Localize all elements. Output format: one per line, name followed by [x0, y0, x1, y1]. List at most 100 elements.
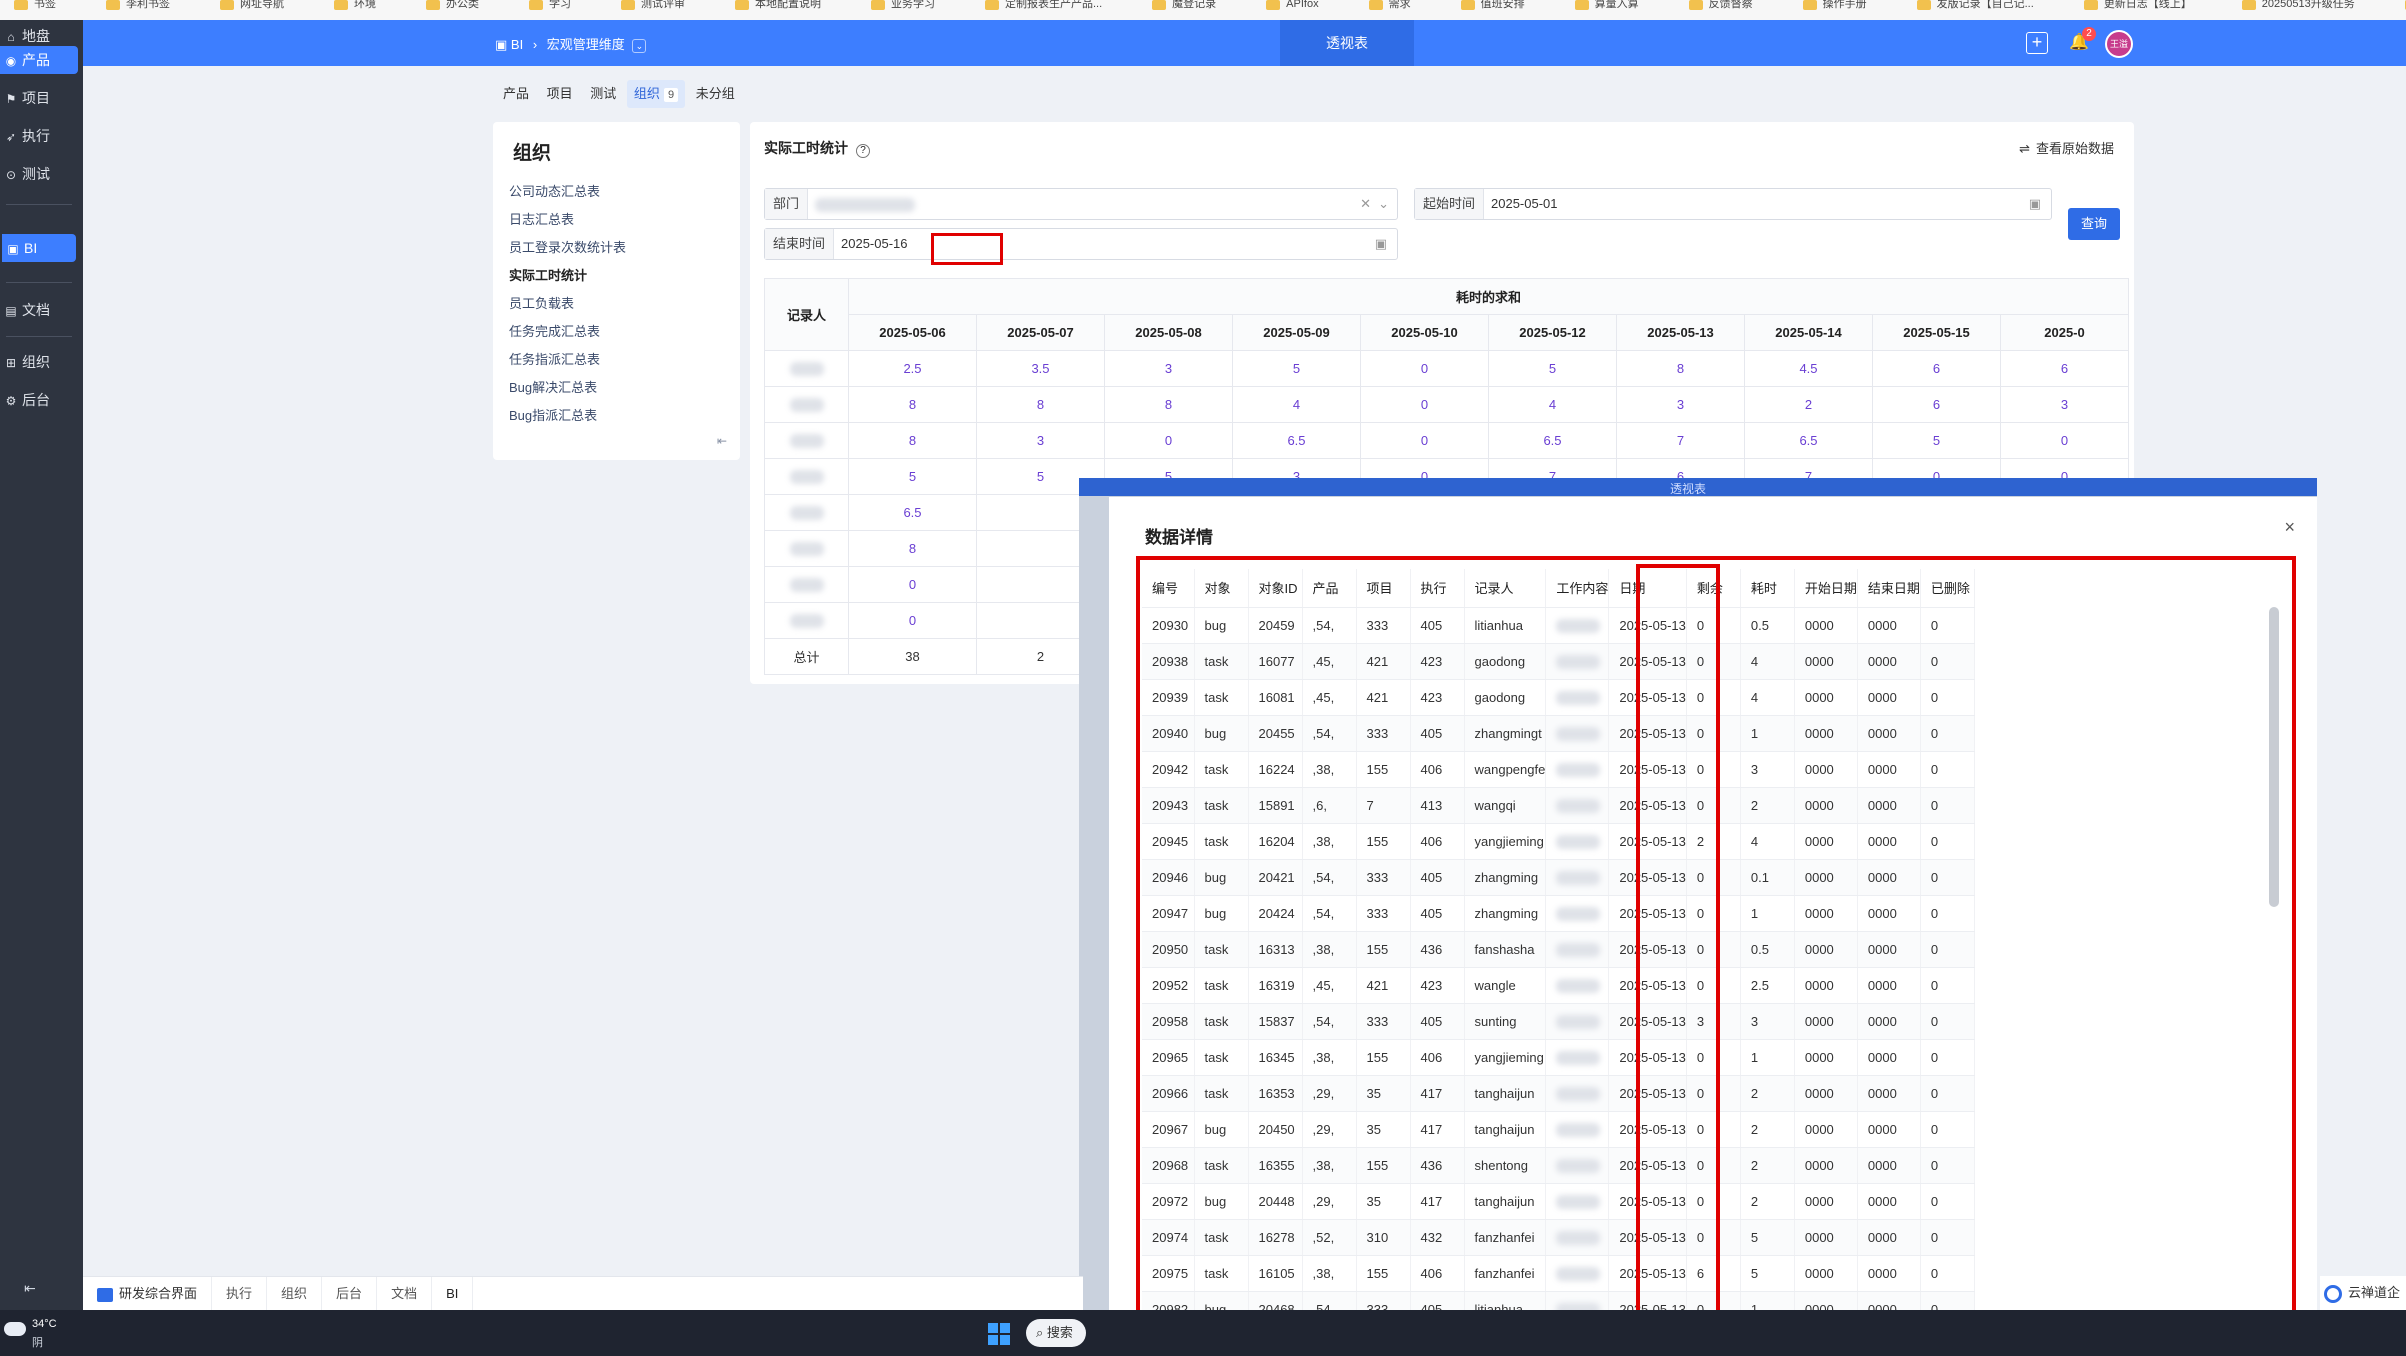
date-header[interactable]: 2025-05-15 — [1872, 314, 2001, 351]
hours-cell[interactable]: 8 — [848, 530, 977, 567]
tab-pivot-table[interactable]: 透视表 — [1280, 20, 1414, 66]
help-icon[interactable]: ? — [856, 144, 870, 158]
hours-cell[interactable]: 8 — [848, 422, 977, 459]
breadcrumb-root[interactable]: BI — [511, 37, 523, 52]
app-tab-execution[interactable]: 执行 — [212, 1277, 268, 1311]
hours-cell[interactable]: 3 — [1616, 386, 1745, 423]
date-header[interactable]: 2025-05-14 — [1744, 314, 1873, 351]
hours-cell[interactable]: 5 — [1872, 422, 2001, 459]
hours-cell[interactable]: 8 — [1104, 386, 1233, 423]
chevron-down-icon[interactable]: ⌄ — [1378, 189, 1389, 219]
nav-item-test[interactable]: ⊙ 测试 — [0, 160, 78, 188]
hours-cell[interactable]: 4.5 — [1744, 350, 1873, 387]
date-header[interactable]: 2025-05-06 — [848, 314, 977, 351]
bookmark-item[interactable]: 算量入算 — [1561, 0, 1675, 20]
nav-item-admin[interactable]: ⚙ 后台 — [0, 386, 78, 414]
end-date-filter[interactable]: 结束时间 2025-05-16 ▣ — [764, 228, 1398, 260]
report-item[interactable]: Bug解决汇总表 — [509, 374, 626, 402]
bookmark-item[interactable]: 环境 — [320, 0, 412, 20]
close-icon[interactable]: × — [2284, 517, 2295, 538]
hours-cell[interactable]: 7 — [1616, 422, 1745, 459]
app-tab-doc[interactable]: 文档 — [377, 1277, 433, 1311]
app-tab-admin[interactable]: 后台 — [322, 1277, 378, 1311]
report-item[interactable]: 日志汇总表 — [509, 206, 626, 234]
hours-cell[interactable]: 0 — [848, 566, 977, 603]
hours-cell[interactable]: 4 — [1232, 386, 1361, 423]
app-tab-main[interactable]: 研发综合界面 — [83, 1277, 213, 1311]
windows-start-icon[interactable] — [988, 1323, 1010, 1345]
hours-cell[interactable]: 2.5 — [848, 350, 977, 387]
calendar-icon[interactable]: ▣ — [2029, 189, 2041, 219]
nav-item-doc[interactable]: ▤ 文档 — [0, 296, 78, 324]
nav-item-execution[interactable]: ➶ 执行 — [0, 122, 78, 150]
hours-cell[interactable]: 3.5 — [976, 350, 1105, 387]
hours-cell[interactable]: 4 — [1488, 386, 1617, 423]
app-tab-bi[interactable]: BI — [432, 1277, 474, 1311]
bookmark-item[interactable]: 操作手册 — [1789, 0, 1903, 20]
hours-cell[interactable]: 5 — [1232, 350, 1361, 387]
view-raw-data-link[interactable]: ⇌ 查看原始数据 — [2019, 138, 2114, 157]
breadcrumb-current[interactable]: 宏观管理维度 — [547, 37, 625, 52]
hours-cell[interactable]: 8 — [848, 386, 977, 423]
hours-cell[interactable]: 0 — [1360, 350, 1489, 387]
bookmark-item[interactable]: 学习 — [515, 0, 607, 20]
bookmark-item[interactable]: 需求 — [1355, 0, 1447, 20]
hours-cell[interactable]: 5 — [1488, 350, 1617, 387]
add-button[interactable]: + — [2026, 32, 2048, 54]
date-header[interactable]: 2025-05-12 — [1488, 314, 1617, 351]
bookmark-item[interactable]: 更新日志【线上】 — [2070, 0, 2228, 20]
clear-icon[interactable]: ✕ — [1360, 189, 1371, 219]
chevron-down-icon[interactable]: ⌄ — [632, 39, 647, 53]
bookmark-item[interactable]: 发版记录【自己记... — [1903, 0, 2070, 20]
fold-panel-icon[interactable]: ⇤ — [717, 434, 727, 448]
nav-item-org[interactable]: ⊞ 组织 — [0, 348, 78, 376]
report-item[interactable]: 任务指派汇总表 — [509, 346, 626, 374]
bookmark-item[interactable]: 业务学习 — [857, 0, 971, 20]
bookmark-item[interactable]: 定制报表生产产品... — [971, 0, 1138, 20]
tab-org[interactable]: 组织 9 — [626, 80, 686, 108]
hours-cell[interactable]: 0 — [1360, 422, 1489, 459]
query-button[interactable]: 查询 — [2068, 208, 2120, 240]
tab-ungrouped[interactable]: 未分组 — [689, 80, 742, 108]
date-header[interactable]: 2025-05-13 — [1616, 314, 1745, 351]
tab-test[interactable]: 测试 — [583, 80, 623, 108]
hours-cell[interactable]: 6 — [2000, 350, 2129, 387]
hours-cell[interactable]: 0 — [2000, 422, 2129, 459]
collapse-nav-icon[interactable]: ⇤ — [24, 1280, 36, 1297]
bookmark-item[interactable]: APIfox — [1252, 0, 1354, 20]
date-header[interactable]: 2025-05-10 — [1360, 314, 1489, 351]
hours-cell[interactable]: 2 — [1744, 386, 1873, 423]
taskbar-search[interactable]: ⌕ 搜索 — [1026, 1319, 1086, 1347]
hours-cell[interactable]: 0 — [1360, 386, 1489, 423]
start-date-filter[interactable]: 起始时间 2025-05-01 ▣ — [1414, 188, 2052, 220]
hours-cell[interactable]: 8 — [1616, 350, 1745, 387]
dept-filter[interactable]: 部门 ✕ ⌄ — [764, 188, 1398, 220]
tab-product[interactable]: 产品 — [496, 80, 536, 108]
report-item[interactable]: 公司动态汇总表 — [509, 178, 626, 206]
hours-cell[interactable]: 6 — [1872, 386, 2001, 423]
report-item[interactable]: 任务完成汇总表 — [509, 318, 626, 346]
app-brand[interactable]: 云禅道企 — [2320, 1276, 2406, 1310]
tab-project[interactable]: 项目 — [540, 80, 580, 108]
date-header[interactable]: 2025-05-09 — [1232, 314, 1361, 351]
bookmark-item[interactable]: 三级菜单事项 — [2391, 0, 2406, 20]
bookmark-item[interactable]: 书签 — [0, 0, 92, 20]
hours-cell[interactable]: 3 — [976, 422, 1105, 459]
bookmark-item[interactable]: 反馈督察 — [1675, 0, 1789, 20]
bookmark-item[interactable]: 本地配置说明 — [721, 0, 857, 20]
bookmark-item[interactable]: 魔登记录 — [1138, 0, 1252, 20]
recorder-header[interactable]: 记录人 — [764, 278, 849, 351]
report-item[interactable]: 员工登录次数统计表 — [509, 234, 626, 262]
hours-cell[interactable]: 3 — [2000, 386, 2129, 423]
hours-cell[interactable]: 0 — [1104, 422, 1233, 459]
bookmark-item[interactable]: 值班安排 — [1447, 0, 1561, 20]
hours-cell[interactable]: 3 — [1104, 350, 1233, 387]
bookmark-item[interactable]: 20250513升级任务 — [2228, 0, 2391, 20]
nav-item-project[interactable]: ⚑ 项目 — [0, 84, 78, 112]
nav-item-product[interactable]: ◉ 产品 — [0, 46, 78, 74]
hours-cell[interactable]: 6.5 — [1744, 422, 1873, 459]
bookmark-item[interactable]: 办公类 — [412, 0, 515, 20]
hours-cell[interactable]: 6.5 — [1232, 422, 1361, 459]
app-tab-org[interactable]: 组织 — [267, 1277, 323, 1311]
hours-cell[interactable]: 6.5 — [848, 494, 977, 531]
